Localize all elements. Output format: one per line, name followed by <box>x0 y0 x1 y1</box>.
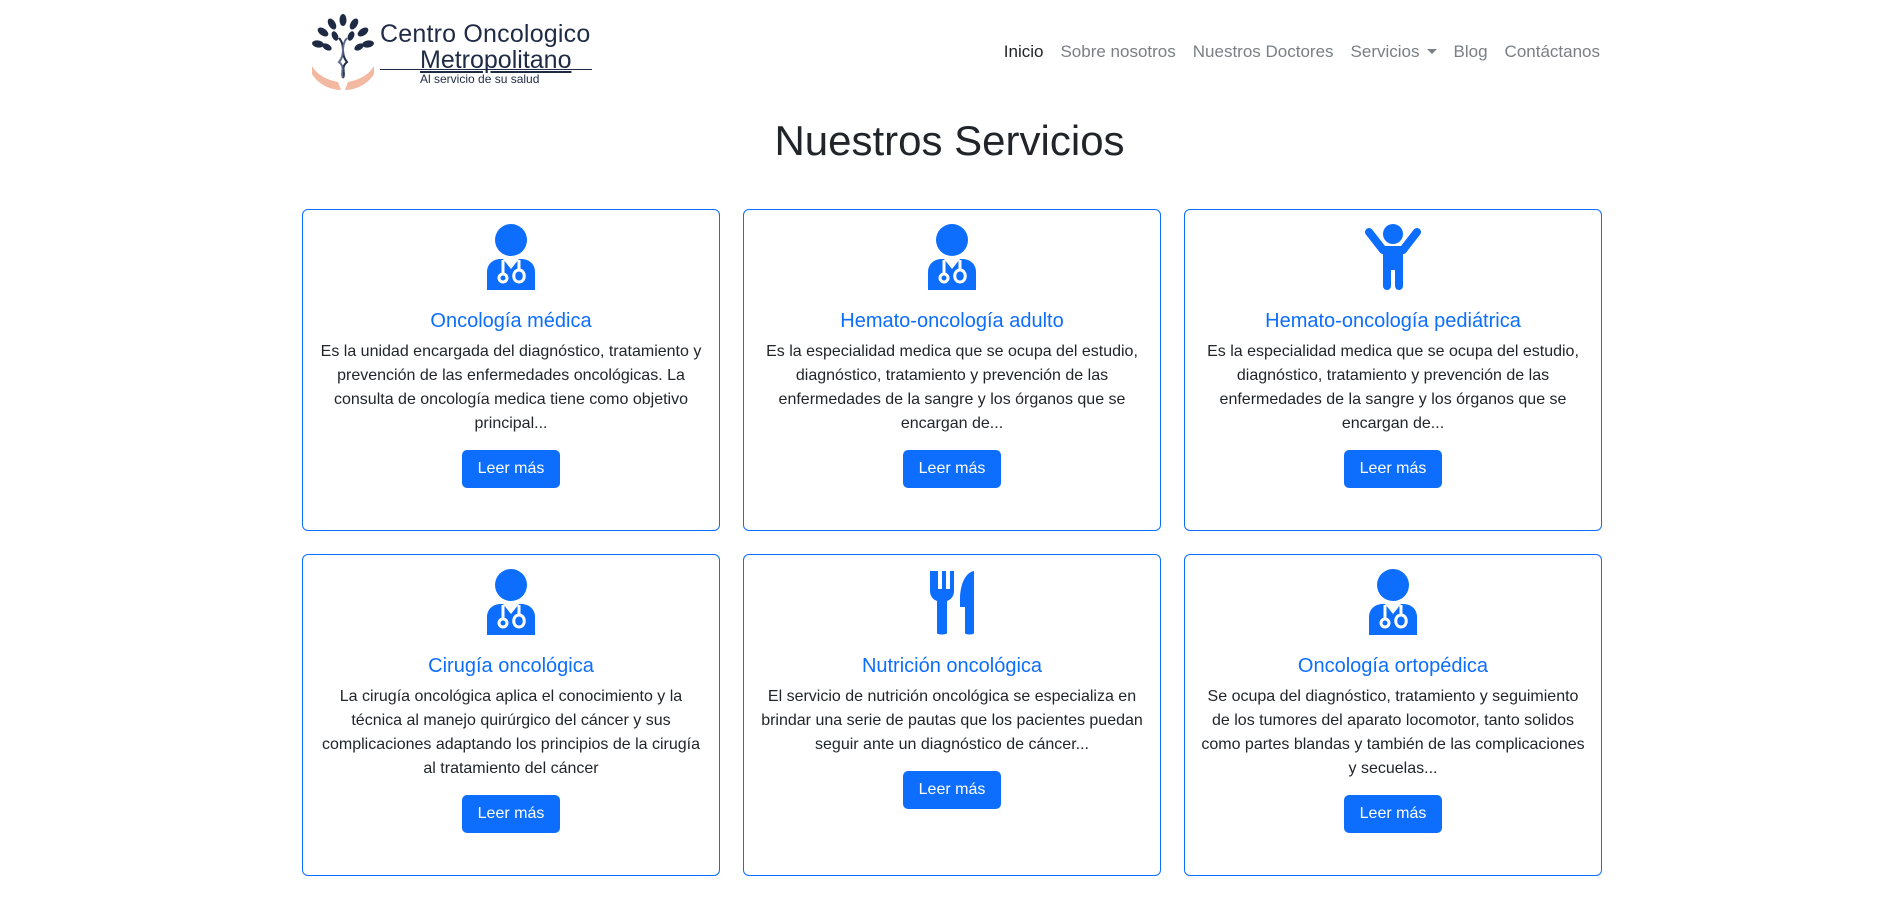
service-description: Es la especialidad medica que se ocupa d… <box>766 343 1138 432</box>
service-card-hemato-oncologia-adulto: Hemato-oncología adulto Es la especialid… <box>743 209 1161 531</box>
read-more-button[interactable]: Leer más <box>902 771 1002 809</box>
nav-item-blog[interactable]: Blog <box>1454 42 1488 62</box>
service-title: Hemato-oncología pediátrica <box>1265 310 1521 332</box>
read-more-button[interactable]: Leer más <box>461 450 561 488</box>
caret-down-icon <box>1426 49 1437 54</box>
brand-tagline: Al servicio de su salud <box>420 72 540 86</box>
doctor-icon <box>487 224 535 290</box>
service-title: Oncología médica <box>430 310 592 332</box>
service-description: La cirugía oncológica aplica el conocimi… <box>322 688 700 777</box>
service-description: Es la unidad encargada del diagnóstico, … <box>320 343 702 432</box>
read-more-button[interactable]: Leer más <box>461 795 561 833</box>
service-title: Cirugía oncológica <box>428 655 594 677</box>
service-description: Se ocupa del diagnóstico, tratamiento y … <box>1201 688 1585 777</box>
service-card-nutricion-oncologica: Nutrición oncológica El servicio de nutr… <box>743 554 1161 876</box>
brand-logo[interactable]: Centro Oncologico Metropolitano Al servi… <box>308 14 598 92</box>
tree-hands-logo-icon <box>312 14 374 90</box>
service-card-hemato-oncologia-pediatrica: Hemato-oncología pediátrica Es la especi… <box>1184 209 1602 531</box>
nav-item-inicio[interactable]: Inicio <box>1004 42 1044 62</box>
service-card-oncologia-medica: Oncología médica Es la unidad encargada … <box>302 209 720 531</box>
brand-divider <box>380 69 592 70</box>
child-icon <box>1365 224 1421 290</box>
utensils-icon <box>930 571 974 635</box>
page-title: Nuestros Servicios <box>774 117 1125 164</box>
doctor-icon <box>928 224 976 290</box>
read-more-button[interactable]: Leer más <box>1343 450 1443 488</box>
main-nav: Inicio Sobre nosotros Nuestros Doctores … <box>1004 42 1600 62</box>
read-more-button[interactable]: Leer más <box>902 450 1002 488</box>
navbar: Centro Oncologico Metropolitano Al servi… <box>0 0 1899 106</box>
service-description: El servicio de nutrición oncológica se e… <box>761 688 1143 753</box>
read-more-button[interactable]: Leer más <box>1343 795 1443 833</box>
doctor-icon <box>1369 569 1417 635</box>
service-description: Es la especialidad medica que se ocupa d… <box>1207 343 1579 432</box>
nav-item-contactanos[interactable]: Contáctanos <box>1505 42 1600 62</box>
service-card-oncologia-ortopedica: Oncología ortopédica Se ocupa del diagnó… <box>1184 554 1602 876</box>
service-card-cirugia-oncologica: Cirugía oncológica La cirugía oncológica… <box>302 554 720 876</box>
services-grid: Oncología médica Es la unidad encargada … <box>302 209 1602 876</box>
brand-name: Centro Oncologico <box>380 20 591 48</box>
nav-item-servicios-label: Servicios <box>1350 42 1420 61</box>
nav-item-sobre-nosotros[interactable]: Sobre nosotros <box>1060 42 1175 62</box>
nav-item-servicios[interactable]: Servicios <box>1351 42 1437 62</box>
service-title: Oncología ortopédica <box>1297 655 1489 677</box>
service-title: Nutrición oncológica <box>861 655 1043 677</box>
doctor-icon <box>487 569 535 635</box>
nav-item-nuestros-doctores[interactable]: Nuestros Doctores <box>1193 42 1334 62</box>
service-title: Hemato-oncología adulto <box>840 310 1064 332</box>
